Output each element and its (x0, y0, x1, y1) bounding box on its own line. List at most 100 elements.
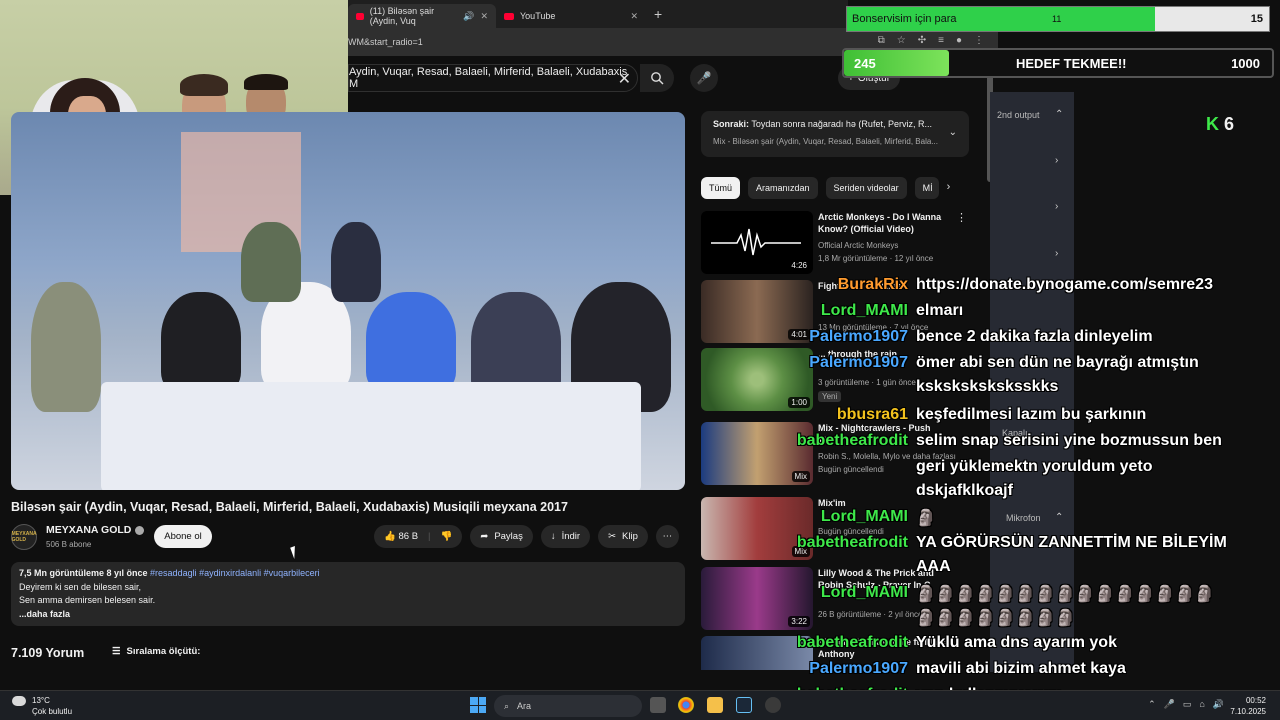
media-icon[interactable]: ≡ (938, 35, 944, 46)
chat-message: BurakRix https://donate.bynogame.com/semr… (770, 276, 1280, 300)
browser-tab-youtube[interactable]: YouTube ✕ (496, 4, 646, 28)
chevron-up-icon[interactable]: ⌃ (1148, 699, 1156, 710)
chip-all[interactable]: Tümü (701, 177, 741, 199)
chevron-up-icon[interactable]: ⌃ (1055, 109, 1063, 120)
chip-more[interactable]: Mİ (914, 177, 939, 199)
profile-icon[interactable]: ● (956, 35, 962, 46)
voice-search-button[interactable]: 🎤 (690, 64, 718, 92)
chip-from-search[interactable]: Aramanızdan (748, 177, 818, 199)
browser-tab-video[interactable]: (11) Biləsən şair (Aydin, Vuq 🔊 ✕ (348, 4, 496, 28)
output-label: 2nd output (997, 110, 1040, 120)
youtube-favicon-icon (504, 12, 514, 20)
video-player[interactable] (11, 112, 685, 490)
extensions-icon[interactable]: ✣ (918, 35, 926, 46)
network-icon[interactable]: ⌂ (1199, 699, 1204, 710)
cast-icon[interactable]: ⧉ (878, 35, 885, 46)
description-line: Deyirem ki sen de bilesen sair, (19, 581, 142, 592)
chrome-icon[interactable] (678, 697, 694, 713)
search-button[interactable] (640, 64, 674, 92)
sort-comments-button[interactable]: ☰ Sıralama ölçütü: (112, 646, 200, 657)
chat-text: elmarı (916, 302, 964, 319)
up-next-card[interactable]: Sonraki: Toydan sonra nağaradı hə (Rufet… (701, 111, 969, 157)
youtube-favicon-icon (356, 12, 364, 20)
file-explorer-icon[interactable] (707, 697, 723, 713)
search-value: Aydin, Vuqar, Resad, Balaeli, Mirferid, … (349, 66, 628, 90)
show-more-link[interactable]: ...daha fazla (19, 608, 677, 622)
clip-button[interactable]: ✂ Klip (598, 525, 648, 548)
chat-text: https://donate.bynogame.com/semre23 (916, 276, 1213, 293)
video-thumbnail[interactable]: 4:26 (701, 211, 813, 274)
hashtags[interactable]: #resaddagli #aydinxirdalanli #vuqarbilec… (150, 568, 320, 578)
chip-from-series[interactable]: Seriden videolar (825, 177, 907, 199)
menu-kebab-icon[interactable]: ⋮ (974, 35, 984, 46)
recommendation-meta: 1,8 Mr görüntüleme · 12 yıl önce (818, 254, 934, 263)
subscribe-button[interactable]: Abone ol (154, 525, 212, 548)
goal-current: 11 (1052, 14, 1062, 24)
bookmark-star-icon[interactable]: ☆ (897, 35, 906, 46)
up-next-label: Sonraki: (713, 119, 750, 129)
chat-message: 🗿🗿🗿🗿🗿🗿🗿🗿 (770, 608, 1280, 632)
chat-message: Palermo1907 mavili abi bizim ahmet kaya (770, 660, 1280, 684)
dislike-button[interactable]: 👎 (441, 531, 453, 542)
tab-title: (11) Biləsən şair (Aydin, Vuq (369, 6, 435, 26)
display-icon[interactable]: ▭ (1183, 699, 1192, 710)
chat-text: AAA (916, 558, 951, 575)
more-actions-button[interactable]: ⋯ (655, 525, 679, 548)
chat-text: dskjafklkoajf (916, 482, 1013, 499)
subscriber-count: 506 B abone (46, 540, 92, 549)
chat-text: 🗿🗿🗿🗿🗿🗿🗿🗿🗿🗿🗿🗿🗿🗿🗿 (916, 586, 1215, 603)
chevron-down-icon[interactable]: ⌄ (949, 127, 957, 138)
system-tray: ⌃ 🎤 ▭ ⌂ 🔊 (1148, 699, 1224, 710)
description-line: Sen amma demirsen belesen sair. (19, 595, 156, 605)
up-next-subtitle: Mix - Biləsən şair (Aydin, Vuqar, Resad,… (713, 137, 938, 146)
volume-icon[interactable]: 🔊 (1213, 699, 1224, 710)
weather-condition: Çok bulutlu (32, 707, 73, 716)
chat-text: ömer abi sen dün ne bayrağı atmıştın (916, 354, 1199, 371)
channel-name[interactable]: MEYXANA GOLD (46, 524, 145, 536)
views-line: 7,5 Mn görüntüleme 8 yıl önce (19, 568, 148, 578)
clock[interactable]: 00:52 7.10.2025 (1230, 695, 1266, 717)
download-button[interactable]: ↓ İndir (540, 525, 591, 548)
close-tab-icon[interactable]: ✕ (630, 11, 638, 22)
kick-logo-icon: K (1206, 114, 1219, 134)
chevron-right-icon[interactable]: › (1055, 201, 1058, 212)
taskbar-search[interactable]: ⌕ Ara (494, 695, 642, 717)
windows-start-icon[interactable] (470, 697, 486, 713)
obs-icon[interactable] (765, 697, 781, 713)
close-tab-icon[interactable]: ✕ (480, 11, 488, 22)
weather-widget[interactable]: 13°C Çok bulutlu (12, 695, 72, 717)
kick-follower-counter: K 6 (1206, 114, 1234, 135)
steam-icon[interactable] (736, 697, 752, 713)
video-actions: 👍 86 B | 👎 ➦ Paylaş ↓ İndir ✂ Klip ⋯ (374, 525, 679, 548)
chevron-right-icon[interactable]: › (947, 181, 951, 199)
task-view-icon[interactable] (650, 697, 666, 713)
chat-message: Lord_MAMI elmarı (770, 302, 1280, 326)
kebab-menu-icon[interactable]: ⋮ (956, 211, 967, 224)
chat-message: Lord_MAMI 🗿🗿🗿🗿🗿🗿🗿🗿🗿🗿🗿🗿🗿🗿🗿 (770, 584, 1280, 608)
chat-username: Lord_MAMI (820, 508, 908, 525)
chevron-right-icon[interactable]: › (1055, 155, 1058, 166)
like-button[interactable]: 👍 86 B (384, 531, 418, 542)
description-box[interactable]: 7,5 Mn görüntüleme 8 yıl önce #resaddagl… (11, 562, 685, 626)
share-button[interactable]: ➦ Paylaş (470, 525, 533, 548)
channel-avatar[interactable]: MEYXANA GOLD (11, 524, 37, 550)
new-tab-icon[interactable]: + (654, 6, 662, 22)
chat-text: ksksksksksksskks (916, 378, 1059, 395)
recommendation-title: Arctic Monkeys - Do I Wanna Know? (Offic… (818, 212, 942, 234)
download-label: İndir (561, 531, 581, 542)
channel-name-text: MEYXANA GOLD (46, 524, 132, 536)
speaker-icon[interactable]: 🔊 (463, 11, 474, 22)
recommendation-channel[interactable]: Official Arctic Monkeys (818, 241, 898, 250)
kick-goal-bar: 245 HEDEF TEKMEE!! 1000 (842, 48, 1274, 78)
scissors-icon: ✂ (608, 531, 617, 542)
chat-text: 🗿 (916, 510, 936, 527)
chat-username: Palermo1907 (809, 660, 908, 677)
cloud-icon (12, 695, 26, 706)
recommendation-item[interactable]: 4:26 Arctic Monkeys - Do I Wanna Know? (… (701, 211, 969, 275)
microphone-icon[interactable]: 🎤 (1164, 699, 1175, 710)
clear-search-icon[interactable]: ✕ (618, 69, 631, 89)
chat-text: geri yüklemektn yoruldum yeto (916, 458, 1153, 475)
clock-date: 7.10.2025 (1230, 707, 1266, 716)
chevron-right-icon[interactable]: › (1055, 248, 1058, 259)
search-input[interactable]: Aydin, Vuqar, Resad, Balaeli, Mirferid, … (348, 64, 638, 92)
